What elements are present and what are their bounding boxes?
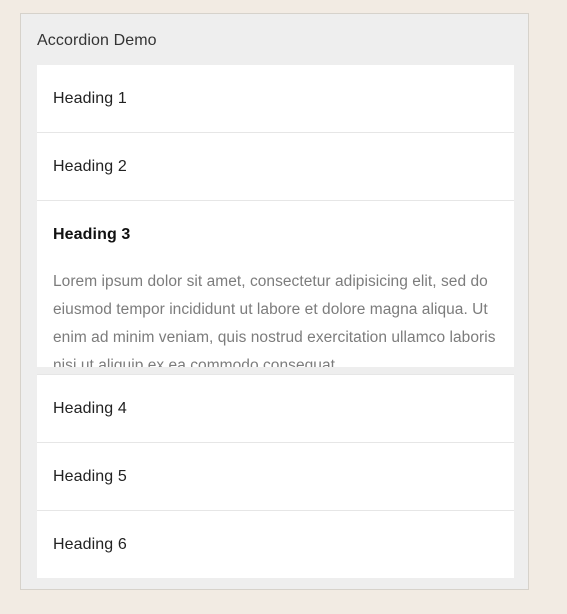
accordion-header-4[interactable]: Heading 4	[37, 374, 514, 442]
accordion-header-1[interactable]: Heading 1	[37, 65, 514, 132]
accordion-item-1: Heading 1	[37, 65, 514, 132]
accordion-item-4: Heading 4	[37, 374, 514, 442]
accordion-header-2[interactable]: Heading 2	[37, 132, 514, 200]
accordion-demo-container: Accordion Demo Heading 1 Heading 2 Headi…	[20, 13, 529, 590]
accordion-item-2: Heading 2	[37, 132, 514, 200]
accordion: Heading 1 Heading 2 Heading 3 Lorem ipsu…	[37, 65, 514, 578]
accordion-panel-clip-3: Lorem ipsum dolor sit amet, consectetur …	[53, 268, 498, 367]
accordion-header-3[interactable]: Heading 3	[37, 200, 514, 268]
accordion-content-3: Lorem ipsum dolor sit amet, consectetur …	[53, 273, 496, 367]
accordion-panel-3: Lorem ipsum dolor sit amet, consectetur …	[37, 268, 514, 367]
accordion-panel-gap	[37, 367, 514, 374]
page-title: Accordion Demo	[37, 32, 157, 49]
accordion-header-6[interactable]: Heading 6	[37, 510, 514, 578]
accordion-item-5: Heading 5	[37, 442, 514, 510]
accordion-header-5[interactable]: Heading 5	[37, 442, 514, 510]
accordion-item-6: Heading 6	[37, 510, 514, 578]
accordion-item-3: Heading 3 Lorem ipsum dolor sit amet, co…	[37, 200, 514, 367]
